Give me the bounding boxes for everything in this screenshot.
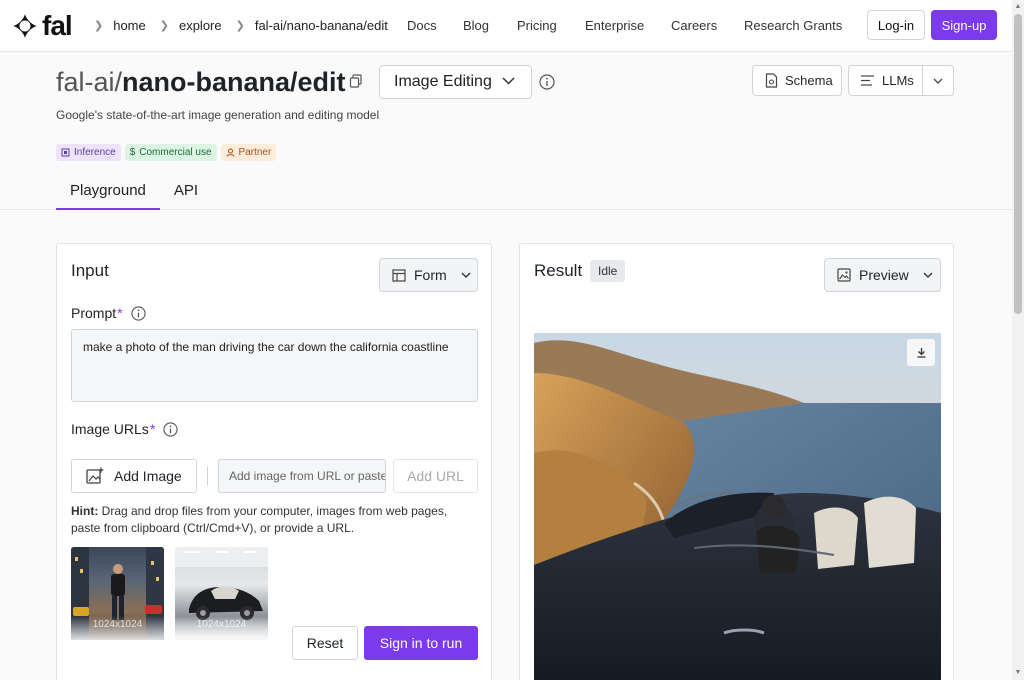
thumbnail-size-label: 1024x1024 [92,619,143,630]
signup-button[interactable]: Sign-up [931,10,997,40]
image-thumbnail[interactable]: 1024x1024 [71,547,164,640]
download-button[interactable] [907,339,935,366]
nav-link-docs[interactable]: Docs [407,18,437,33]
page-title: fal-ai/nano-banana/edit [56,67,346,98]
upload-hint: Hint: Drag and drop files from your comp… [71,504,448,535]
category-select-value: Image Editing [394,73,492,90]
llms-dropdown-toggle[interactable] [923,78,953,84]
download-icon [917,348,925,358]
nav-link-research-grants[interactable]: Research Grants [744,18,842,33]
result-panel: Result Idle Preview [519,243,954,680]
reset-button[interactable]: Reset [292,626,358,660]
nav-link-pricing[interactable]: Pricing [517,18,557,33]
fal-logo-icon [13,14,37,38]
llms-button-label: LLMs [882,73,914,88]
partner-icon [226,148,235,157]
image-icon [837,268,851,282]
thumbnail-size-label: 1024x1024 [196,619,247,630]
info-icon[interactable] [130,305,146,321]
image-thumbnail[interactable]: 1024x1024 [175,547,268,640]
image-url-input[interactable]: Add image from URL or paste [218,459,386,493]
sign-in-to-run-button[interactable]: Sign in to run [364,626,478,660]
model-name: nano-banana/edit [122,67,346,97]
llms-button[interactable]: LLMs [849,66,923,95]
status-badge: Idle [590,260,626,282]
chevron-down-icon [461,272,471,278]
input-panel: Input Form Prompt* make a photo of the m… [56,243,492,680]
badge-commercial-label: Commercial use [139,147,212,158]
info-icon[interactable] [163,421,178,437]
nav-link-careers[interactable]: Careers [671,18,717,33]
chevron-right-icon: ❯ [235,20,245,32]
prompt-label: Prompt* [71,305,123,321]
llms-button-group: LLMs [848,65,954,96]
divider [207,466,208,486]
text-lines-icon [861,75,874,86]
category-select[interactable]: Image Editing [379,65,532,99]
model-badges: Inference $ Commercial use Partner [56,144,277,161]
inference-icon [61,148,70,157]
breadcrumb-model[interactable]: fal-ai/nano-banana/edit [255,18,388,33]
dollar-icon: $ [129,147,136,158]
image-add-icon [86,467,104,484]
form-mode-label: Form [414,267,447,283]
chevron-down-icon [502,77,515,85]
badge-partner-label: Partner [238,147,272,158]
result-image[interactable] [534,333,941,680]
nav-link-blog[interactable]: Blog [463,18,489,33]
image-urls-label: Image URLs* [71,421,156,437]
prompt-label-row: Prompt* [71,305,146,321]
tab-playground[interactable]: Playground [56,182,160,210]
info-icon[interactable] [539,74,555,90]
tab-api[interactable]: API [160,182,212,210]
chevron-right-icon: ❯ [94,20,104,32]
chevron-down-icon [933,78,943,84]
result-image-coastline-drive [534,333,941,680]
image-urls-label-row: Image URLs* [71,421,178,437]
model-description: Google's state-of-the-art image generati… [56,108,380,122]
breadcrumb: ❯ home ❯ explore ❯ fal-ai/nano-banana/ed… [94,18,402,33]
scroll-down-arrow[interactable]: ▼ [1014,669,1022,677]
add-image-label: Add Image [114,468,182,484]
add-url-button[interactable]: Add URL [393,459,478,493]
document-icon [765,73,778,88]
schema-button-label: Schema [785,73,833,88]
add-image-button[interactable]: Add Image [71,459,197,493]
scroll-up-arrow[interactable]: ▲ [1014,3,1022,11]
chevron-right-icon: ❯ [159,20,169,32]
badge-inference-label: Inference [74,147,116,158]
top-navbar: fal ❯ home ❯ explore ❯ fal-ai/nano-banan… [0,0,1012,52]
copy-icon[interactable] [349,74,363,88]
nav-link-enterprise[interactable]: Enterprise [585,18,644,33]
badge-commercial-use: $ Commercial use [124,144,217,161]
chevron-down-icon [923,272,933,278]
prompt-textarea[interactable]: make a photo of the man driving the car … [71,329,478,402]
breadcrumb-explore[interactable]: explore [179,18,222,33]
badge-partner: Partner [220,144,277,161]
logo-text: fal [42,10,73,41]
login-button[interactable]: Log-in [867,10,925,40]
breadcrumb-home[interactable]: home [113,18,146,33]
result-panel-title: Result [534,261,583,280]
tab-bar: Playground API [56,182,212,210]
input-panel-title: Input [71,261,109,280]
model-owner-prefix: fal-ai/ [56,67,123,97]
badge-inference: Inference [56,144,121,161]
table-icon [392,268,406,282]
preview-mode-select[interactable]: Preview [824,258,941,292]
schema-button[interactable]: Schema [752,65,842,96]
preview-mode-label: Preview [859,267,909,283]
scroll-thumb[interactable] [1014,14,1022,314]
form-mode-select[interactable]: Form [379,258,478,292]
model-header: fal-ai/nano-banana/edit Image Editing Go… [0,52,1012,210]
fal-logo[interactable]: fal [12,10,73,41]
page-scrollbar[interactable]: ▲ ▼ [1012,0,1024,680]
